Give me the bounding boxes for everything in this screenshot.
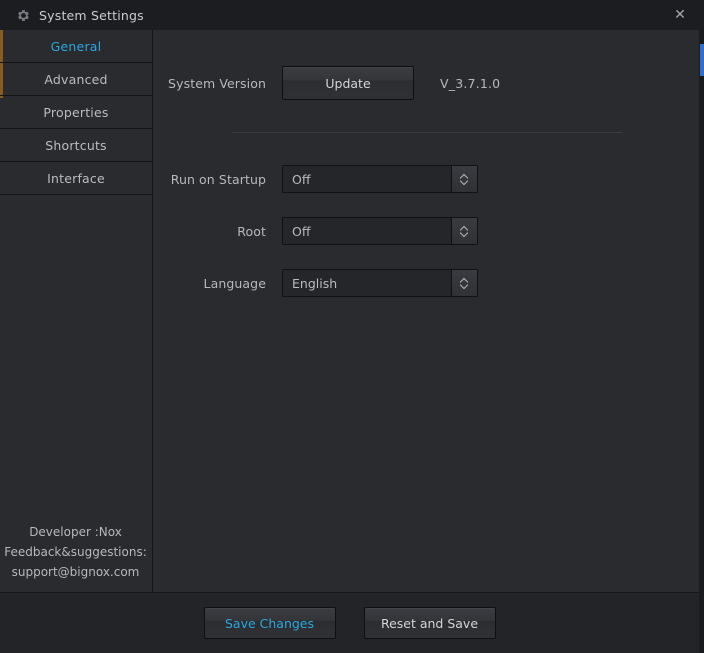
- sidebar-item-general[interactable]: General: [0, 30, 152, 63]
- run-on-startup-value: Off: [283, 166, 451, 192]
- language-label: Language: [203, 275, 266, 291]
- sidebar-item-label: Advanced: [44, 71, 108, 87]
- chevron-down-icon: [460, 283, 469, 288]
- version-value: V_3.7.1.0: [440, 75, 501, 91]
- update-button[interactable]: Update: [282, 66, 414, 100]
- right-edge-highlight: [700, 44, 704, 76]
- system-version-label: System Version: [168, 75, 266, 91]
- gear-icon: [16, 8, 30, 22]
- window-right-edge: [699, 30, 704, 653]
- window-title: System Settings: [39, 7, 144, 23]
- root-label: Root: [237, 223, 266, 239]
- system-settings-window: System Settings ✕ General Advanced Prope…: [0, 0, 704, 653]
- language-spinner[interactable]: [451, 270, 477, 296]
- root-spinner[interactable]: [451, 218, 477, 244]
- sidebar-item-advanced[interactable]: Advanced: [0, 63, 152, 96]
- reset-and-save-button[interactable]: Reset and Save: [363, 607, 496, 639]
- close-button[interactable]: ✕: [656, 0, 704, 30]
- feedback-text: Feedback&suggestions:: [4, 545, 147, 559]
- settings-content: System Version Update V_3.7.1.0 Run on S…: [154, 30, 699, 592]
- developer-text: Developer :Nox: [29, 525, 122, 539]
- root-value: Off: [283, 218, 451, 244]
- sidebar-footer: Developer :Nox Feedback&suggestions: sup…: [0, 522, 151, 582]
- sidebar-item-label: General: [50, 38, 102, 54]
- run-on-startup-row: Run on Startup Off: [154, 165, 478, 193]
- sidebar-item-label: Interface: [47, 170, 105, 186]
- sidebar: General Advanced Properties Shortcuts In…: [0, 30, 153, 592]
- language-row: Language English: [154, 269, 478, 297]
- title-bar: System Settings ✕: [0, 0, 704, 30]
- language-value: English: [283, 270, 451, 296]
- sidebar-item-properties[interactable]: Properties: [0, 96, 152, 129]
- section-divider: [232, 132, 622, 133]
- chevron-down-icon: [460, 179, 469, 184]
- root-select[interactable]: Off: [282, 217, 478, 245]
- system-version-row: System Version Update V_3.7.1.0: [154, 66, 500, 100]
- chevron-down-icon: [460, 231, 469, 236]
- sidebar-item-interface[interactable]: Interface: [0, 162, 152, 195]
- sidebar-item-label: Properties: [43, 104, 109, 120]
- root-row: Root Off: [154, 217, 478, 245]
- support-email-text: support@bignox.com: [11, 565, 140, 579]
- sidebar-item-label: Shortcuts: [45, 137, 107, 153]
- run-on-startup-select[interactable]: Off: [282, 165, 478, 193]
- footer-bar: Save Changes Reset and Save: [0, 592, 699, 653]
- save-changes-button[interactable]: Save Changes: [203, 607, 336, 639]
- run-on-startup-label: Run on Startup: [170, 171, 266, 187]
- sidebar-item-shortcuts[interactable]: Shortcuts: [0, 129, 152, 162]
- run-on-startup-spinner[interactable]: [451, 166, 477, 192]
- language-select[interactable]: English: [282, 269, 478, 297]
